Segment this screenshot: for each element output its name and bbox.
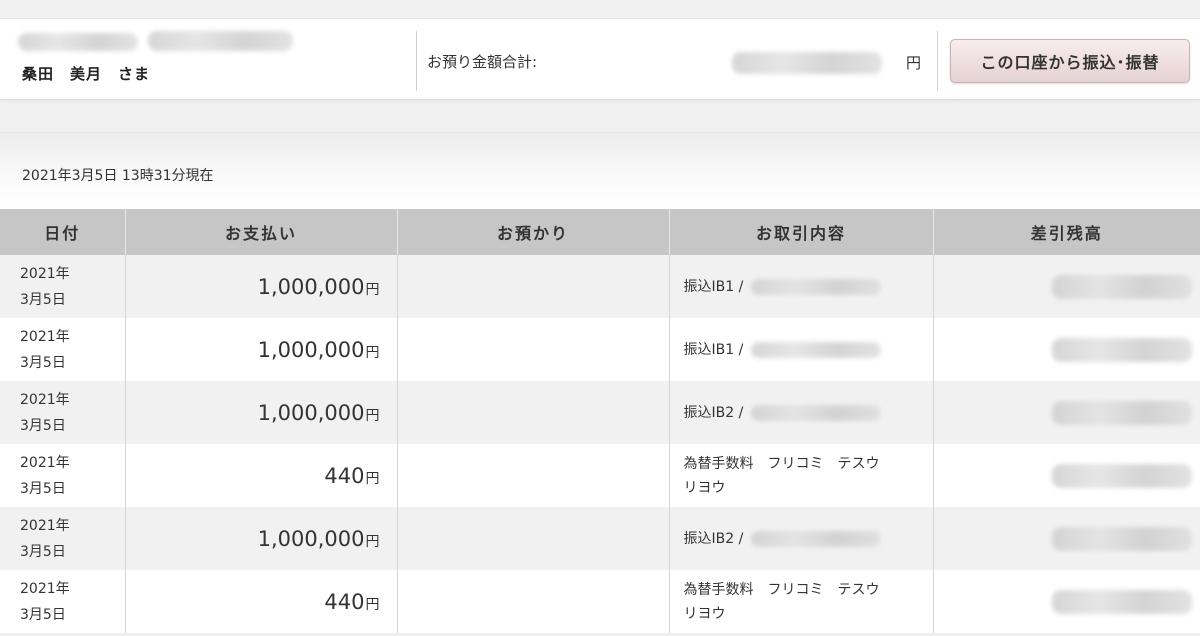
row-description: 為替手数料 フリコミ テスウ リヨウ <box>669 570 934 633</box>
row-date: 2021年 3月5日 <box>0 444 126 507</box>
account-holder-name: 桑田 美月 さま <box>22 65 151 83</box>
redacted-deposit-total <box>732 52 882 74</box>
table-row: 2021年 3月5日 1,000,000円 振込IB2 / <box>0 507 1200 570</box>
redacted-balance <box>1052 527 1192 551</box>
redacted-payee <box>751 530 882 547</box>
row-payment: 440円 <box>125 444 398 507</box>
column-header-balance: 差引残高 <box>933 209 1200 255</box>
row-deposit <box>397 507 670 570</box>
row-balance <box>933 255 1200 318</box>
row-deposit <box>397 381 670 444</box>
redacted-balance <box>1052 401 1192 425</box>
column-header-deposit: お預かり <box>397 209 670 255</box>
row-date: 2021年 3月5日 <box>0 318 126 381</box>
redacted-balance <box>1052 464 1192 488</box>
redacted-payee <box>751 278 882 295</box>
row-description: 振込IB1 / <box>669 318 934 381</box>
column-header-date: 日付 <box>0 209 126 255</box>
deposit-total-unit: 円 <box>906 54 922 72</box>
deposit-total-label: お預り金額合計: <box>427 53 538 71</box>
row-date: 2021年 3月5日 <box>0 381 126 444</box>
table-row: 2021年 3月5日 1,000,000円 振込IB1 / <box>0 318 1200 381</box>
redacted-balance <box>1052 590 1192 614</box>
column-header-description: お取引内容 <box>669 209 934 255</box>
row-payment: 440円 <box>125 570 398 633</box>
row-balance <box>933 444 1200 507</box>
row-payment: 1,000,000円 <box>125 507 398 570</box>
statement-as-of-timestamp: 2021年3月5日 13時31分現在 <box>22 168 214 184</box>
row-payment: 1,000,000円 <box>125 381 398 444</box>
row-deposit <box>397 570 670 633</box>
row-balance <box>933 381 1200 444</box>
redacted-account-number <box>148 31 293 51</box>
redacted-balance <box>1052 338 1192 362</box>
transaction-table: 日付 お支払い お預かり お取引内容 差引残高 2021年 3月5日 1,000,… <box>0 209 1200 633</box>
account-summary-bar: 桑田 美月 さま お預り金額合計: 円 この口座から振込･振替 <box>0 18 1200 100</box>
table-row: 2021年 3月5日 1,000,000円 振込IB2 / <box>0 381 1200 444</box>
redacted-payee <box>751 341 882 358</box>
divider <box>937 31 938 91</box>
row-balance <box>933 570 1200 633</box>
row-payment: 1,000,000円 <box>125 318 398 381</box>
row-description: 振込IB1 / <box>669 255 934 318</box>
row-date: 2021年 3月5日 <box>0 255 126 318</box>
statement-header: 2021年3月5日 13時31分現在 <box>0 132 1200 210</box>
table-row: 2021年 3月5日 440円 為替手数料 フリコミ テスウ リヨウ <box>0 570 1200 633</box>
row-deposit <box>397 444 670 507</box>
row-payment: 1,000,000円 <box>125 255 398 318</box>
row-deposit <box>397 255 670 318</box>
row-date: 2021年 3月5日 <box>0 570 126 633</box>
row-description: 為替手数料 フリコミ テスウ リヨウ <box>669 444 934 507</box>
row-balance <box>933 507 1200 570</box>
column-header-payment: お支払い <box>125 209 398 255</box>
transfer-from-account-button[interactable]: この口座から振込･振替 <box>950 39 1190 83</box>
table-header-row: 日付 お支払い お預かり お取引内容 差引残高 <box>0 209 1200 255</box>
table-row: 2021年 3月5日 440円 為替手数料 フリコミ テスウ リヨウ <box>0 444 1200 507</box>
row-date: 2021年 3月5日 <box>0 507 126 570</box>
table-row: 2021年 3月5日 1,000,000円 振込IB1 / <box>0 255 1200 318</box>
redacted-balance <box>1052 275 1192 299</box>
row-description: 振込IB2 / <box>669 381 934 444</box>
row-description: 振込IB2 / <box>669 507 934 570</box>
redacted-payee <box>751 404 882 421</box>
row-deposit <box>397 318 670 381</box>
row-balance <box>933 318 1200 381</box>
redacted-account-info <box>18 33 138 51</box>
divider <box>416 31 417 91</box>
